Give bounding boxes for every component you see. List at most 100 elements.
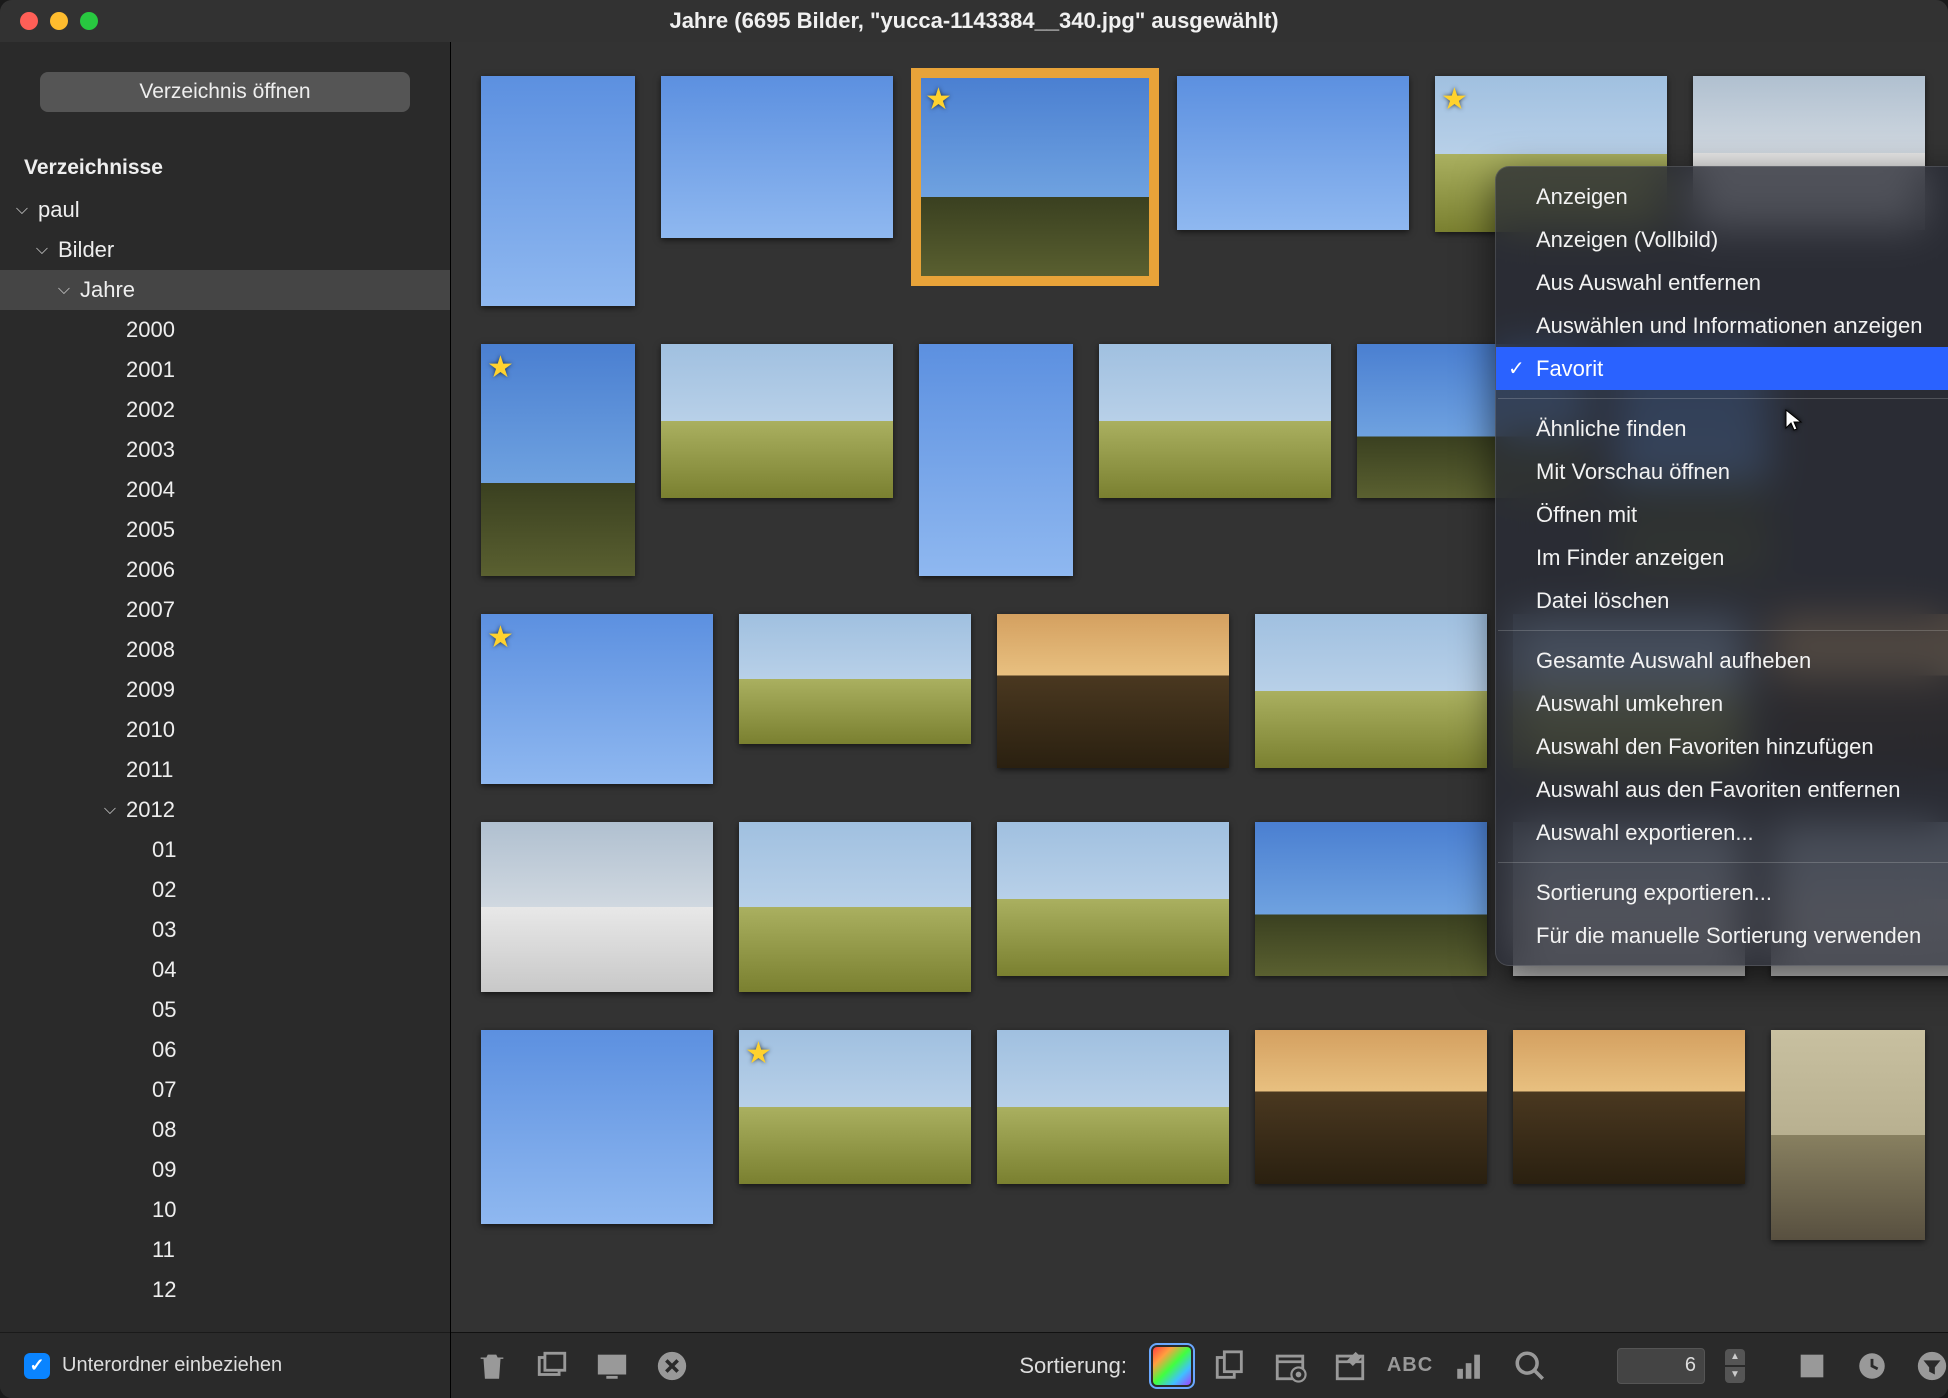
tree-item-07[interactable]: 07 [0, 1070, 450, 1110]
thumbnail[interactable]: ★ [919, 76, 1151, 278]
tree-item-11[interactable]: 11 [0, 1230, 450, 1270]
expander-icon[interactable]: ⌵ [12, 201, 32, 219]
tree-item-2003[interactable]: 2003 [0, 430, 450, 470]
sort-by-color-button[interactable] [1153, 1347, 1191, 1385]
filter-icon[interactable] [1911, 1345, 1948, 1387]
sort-date-modified-icon[interactable] [1329, 1345, 1371, 1387]
menu-item[interactable]: Anzeigen [1496, 175, 1948, 218]
context-menu[interactable]: AnzeigenAnzeigen (Vollbild)Aus Auswahl e… [1495, 166, 1948, 966]
sort-name-icon[interactable]: ABC [1389, 1345, 1431, 1387]
tree-item-2008[interactable]: 2008 [0, 630, 450, 670]
sort-size-icon[interactable] [1449, 1345, 1491, 1387]
menu-item[interactable]: Auswählen und Informationen anzeigen [1496, 304, 1948, 347]
menu-item[interactable]: Im Finder anzeigen [1496, 536, 1948, 579]
tree-item-2012[interactable]: ⌵2012 [0, 790, 450, 830]
tree-item-12[interactable]: 12 [0, 1270, 450, 1310]
expander-icon[interactable]: ⌵ [32, 241, 52, 259]
expander-icon[interactable]: ⌵ [54, 281, 74, 299]
sort-date-created-icon[interactable] [1269, 1345, 1311, 1387]
tree-item-08[interactable]: 08 [0, 1110, 450, 1150]
tree-item-jahre[interactable]: ⌵Jahre [0, 270, 450, 310]
aspect-icon[interactable] [1791, 1345, 1833, 1387]
tree-item-2006[interactable]: 2006 [0, 550, 450, 590]
sort-copy-icon[interactable] [1209, 1345, 1251, 1387]
thumbnail[interactable] [997, 822, 1229, 976]
stack-icon[interactable] [531, 1345, 573, 1387]
menu-separator [1498, 630, 1948, 631]
menu-item[interactable]: Auswahl umkehren [1496, 682, 1948, 725]
menu-item-label: Auswahl umkehren [1536, 691, 1723, 717]
menu-item[interactable]: Ähnliche finden [1496, 407, 1948, 450]
columns-input[interactable] [1617, 1348, 1705, 1384]
tree-item-2004[interactable]: 2004 [0, 470, 450, 510]
thumbnail[interactable] [1255, 1030, 1487, 1184]
thumbnail[interactable] [661, 344, 893, 498]
sidebar: Verzeichnis öffnen Verzeichnisse ⌵paul⌵B… [0, 42, 451, 1398]
menu-item[interactable]: Gesamte Auswahl aufheben [1496, 639, 1948, 682]
thumbnail[interactable] [1177, 76, 1409, 230]
thumbnail[interactable] [661, 76, 893, 238]
tree-item-bilder[interactable]: ⌵Bilder [0, 230, 450, 270]
tree-item-2000[interactable]: 2000 [0, 310, 450, 350]
trash-icon[interactable] [471, 1345, 513, 1387]
menu-item[interactable]: Auswahl exportieren... [1496, 811, 1948, 854]
thumbnail[interactable] [481, 76, 635, 306]
thumbnail[interactable] [1255, 614, 1487, 768]
thumbnail[interactable] [1255, 822, 1487, 976]
menu-item[interactable]: Aus Auswahl entfernen [1496, 261, 1948, 304]
menu-item[interactable]: Auswahl aus den Favoriten entfernen [1496, 768, 1948, 811]
directory-tree[interactable]: ⌵paul⌵Bilder⌵Jahre2000200120022003200420… [0, 190, 450, 1332]
thumbnail[interactable] [739, 822, 971, 992]
tree-item-label: 2002 [126, 397, 175, 423]
tree-item-01[interactable]: 01 [0, 830, 450, 870]
thumbnail[interactable] [997, 1030, 1229, 1184]
thumbnail[interactable] [1771, 1030, 1925, 1240]
menu-item[interactable]: Für die manuelle Sortierung verwenden [1496, 914, 1948, 957]
tree-item-2010[interactable]: 2010 [0, 710, 450, 750]
thumbnail[interactable] [1513, 1030, 1745, 1184]
tree-item-04[interactable]: 04 [0, 950, 450, 990]
menu-item[interactable]: Öffnen mit› [1496, 493, 1948, 536]
clock-icon[interactable] [1851, 1345, 1893, 1387]
stepper-down[interactable]: ▼ [1725, 1367, 1745, 1383]
menu-item[interactable]: Mit Vorschau öffnen [1496, 450, 1948, 493]
tree-item-2001[interactable]: 2001 [0, 350, 450, 390]
menu-item[interactable]: Auswahl den Favoriten hinzufügen [1496, 725, 1948, 768]
thumbnail[interactable]: ★ [481, 344, 635, 576]
thumbnail[interactable] [481, 822, 713, 992]
tree-item-label: 03 [152, 917, 176, 943]
expander-icon[interactable]: ⌵ [100, 801, 120, 819]
tree-item-2007[interactable]: 2007 [0, 590, 450, 630]
menu-item[interactable]: Anzeigen (Vollbild) [1496, 218, 1948, 261]
thumbnail[interactable]: ★ [739, 1030, 971, 1184]
columns-stepper[interactable]: ▲ ▼ [1725, 1349, 1745, 1383]
tree-item-2011[interactable]: 2011 [0, 750, 450, 790]
menu-item[interactable]: Sortierung exportieren... [1496, 871, 1948, 914]
thumbnail[interactable] [739, 614, 971, 744]
tree-item-06[interactable]: 06 [0, 1030, 450, 1070]
open-directory-button[interactable]: Verzeichnis öffnen [40, 72, 410, 112]
tree-item-2002[interactable]: 2002 [0, 390, 450, 430]
tree-item-paul[interactable]: ⌵paul [0, 190, 450, 230]
close-circle-icon[interactable] [651, 1345, 693, 1387]
tree-item-label: 2000 [126, 317, 175, 343]
thumbnail[interactable] [997, 614, 1229, 768]
tree-item-2005[interactable]: 2005 [0, 510, 450, 550]
thumbnail[interactable]: ★ [481, 614, 713, 784]
tree-item-2009[interactable]: 2009 [0, 670, 450, 710]
tree-item-label: 2009 [126, 677, 175, 703]
stepper-up[interactable]: ▲ [1725, 1349, 1745, 1365]
search-icon[interactable] [1509, 1345, 1551, 1387]
tree-item-09[interactable]: 09 [0, 1150, 450, 1190]
thumbnail[interactable] [919, 344, 1073, 576]
tree-item-10[interactable]: 10 [0, 1190, 450, 1230]
menu-item[interactable]: ✓Favorit [1496, 347, 1948, 390]
tree-item-02[interactable]: 02 [0, 870, 450, 910]
tree-item-03[interactable]: 03 [0, 910, 450, 950]
include-subfolders-checkbox[interactable]: ✓ [24, 1353, 50, 1379]
tree-item-05[interactable]: 05 [0, 990, 450, 1030]
fullscreen-icon[interactable] [591, 1345, 633, 1387]
thumbnail[interactable] [1099, 344, 1331, 498]
menu-item[interactable]: Datei löschen [1496, 579, 1948, 622]
thumbnail[interactable] [481, 1030, 713, 1224]
